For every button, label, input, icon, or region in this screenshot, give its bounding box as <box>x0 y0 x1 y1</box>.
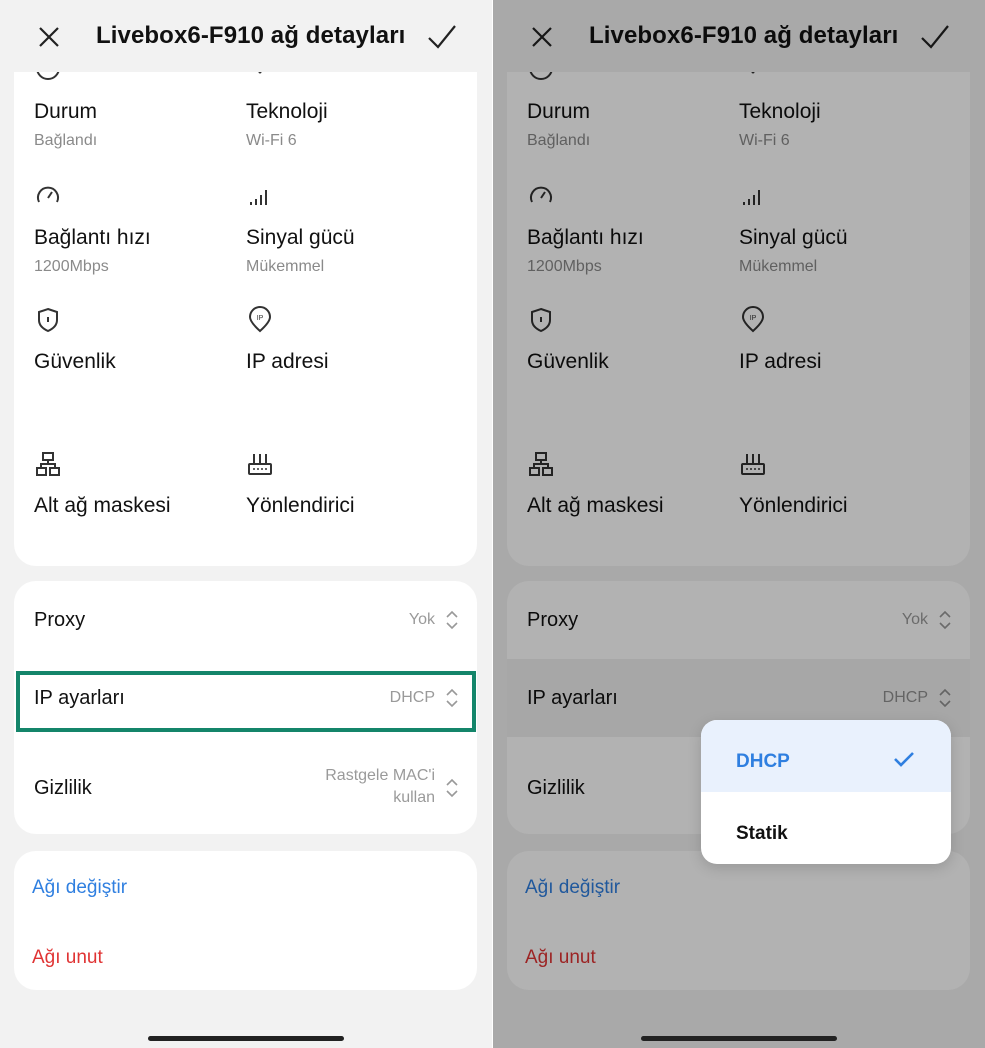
info-security-label: Güvenlik <box>34 350 116 373</box>
screen-right: Durum Bağlandı Teknoloji Wi-Fi 6 Bağlant… <box>493 0 985 1048</box>
dropdown-option-label: Statik <box>736 823 788 844</box>
dropdown-option-dhcp[interactable]: DHCP <box>701 720 951 792</box>
page-title: Livebox6-F910 ağ detayları <box>96 22 406 49</box>
change-network-button[interactable]: Ağı değiştir <box>32 877 127 899</box>
header: Livebox6-F910 ağ detayları <box>0 0 492 72</box>
info-ip-address-label: IP adresi <box>246 350 329 373</box>
info-technology-value: Wi-Fi 6 <box>246 132 297 149</box>
dropdown-option-label: DHCP <box>736 751 790 772</box>
proxy-row[interactable]: Proxy Yok <box>14 581 477 659</box>
privacy-value-line1: Rastgele MAC'i <box>325 767 435 784</box>
proxy-label: Proxy <box>34 609 86 631</box>
updown-chevron-icon <box>446 778 458 798</box>
ip-settings-dropdown: DHCP Statik <box>701 720 951 864</box>
screen-left: Durum Bağlandı Teknoloji Wi-Fi 6 Bağlant… <box>0 0 492 1048</box>
updown-chevron-icon <box>446 610 458 630</box>
close-icon[interactable] <box>34 22 64 52</box>
checkmark-icon[interactable] <box>426 22 458 52</box>
privacy-value: Rastgele MAC'i kullan <box>325 765 435 809</box>
home-indicator[interactable] <box>641 1036 837 1041</box>
info-link-speed-label: Bağlantı hızı <box>34 226 151 249</box>
shield-icon <box>38 307 58 333</box>
dim-overlay[interactable] <box>493 0 985 1048</box>
home-indicator[interactable] <box>148 1036 344 1041</box>
actions-card: Ağı değiştir Ağı unut <box>14 851 477 990</box>
check-icon <box>894 752 914 767</box>
forget-network-button[interactable]: Ağı unut <box>32 947 103 969</box>
proxy-value: Yok <box>408 611 435 628</box>
info-signal-label: Sinyal gücü <box>246 226 355 249</box>
router-icon <box>248 454 272 475</box>
info-router-label: Yönlendirici <box>246 494 355 517</box>
info-technology-label: Teknoloji <box>246 100 328 123</box>
speedometer-icon <box>37 186 59 203</box>
svg-text:IP: IP <box>257 315 264 322</box>
info-subnet-label: Alt ağ maskesi <box>34 494 171 517</box>
info-link-speed-value: 1200Mbps <box>34 258 109 275</box>
dropdown-option-static[interactable]: Statik <box>701 792 951 864</box>
privacy-row[interactable]: Gizlilik Rastgele MAC'i kullan <box>14 737 477 834</box>
network-info-card: Durum Bağlandı Teknoloji Wi-Fi 6 Bağlant… <box>14 40 477 566</box>
ip-pin-icon: IP <box>248 306 272 333</box>
info-status-value: Bağlandı <box>34 132 98 149</box>
privacy-value-line2: kullan <box>393 789 435 806</box>
network-tree-icon <box>36 452 60 476</box>
info-signal-value: Mükemmel <box>246 258 325 275</box>
signal-bars-icon <box>250 190 267 205</box>
highlight-ip-settings <box>16 671 476 732</box>
info-status-label: Durum <box>34 100 98 123</box>
privacy-label: Gizlilik <box>34 777 92 799</box>
